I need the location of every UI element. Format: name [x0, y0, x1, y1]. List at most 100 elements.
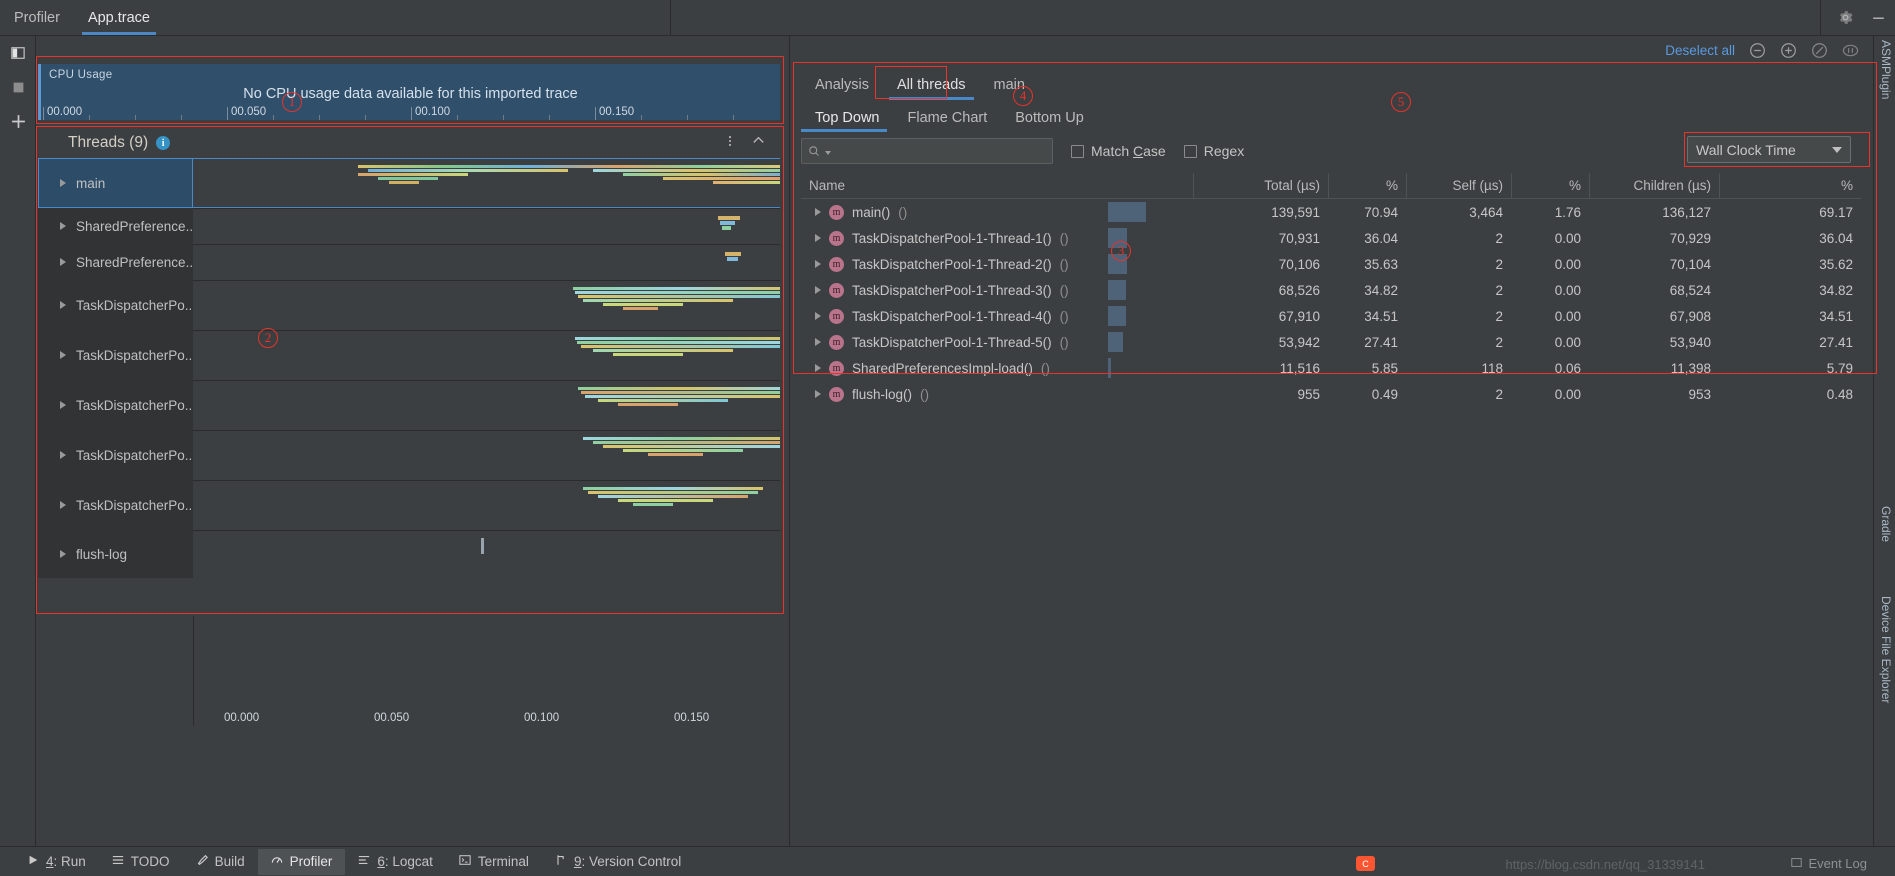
expand-caret-icon[interactable] — [815, 234, 821, 242]
statusbar-version-control[interactable]: 9: Version Control — [542, 849, 694, 875]
statusbar-todo[interactable]: TODO — [99, 849, 183, 875]
clock-type-select[interactable]: Wall Clock Time — [1687, 136, 1851, 163]
thread-name-cell[interactable]: SharedPreference... — [38, 208, 197, 244]
thread-track[interactable] — [193, 430, 780, 480]
table-row[interactable]: m TaskDispatcherPool-1-Thread-5() () 53,… — [801, 329, 1861, 355]
subtab-flame-chart[interactable]: Flame Chart — [893, 104, 1001, 132]
thread-track[interactable] — [193, 530, 780, 578]
search-box[interactable] — [801, 138, 1053, 164]
col-header-total[interactable]: Total (µs) — [1193, 173, 1328, 198]
thread-name-cell[interactable]: main — [38, 158, 193, 208]
rail-label-device-file-explorer[interactable]: Device File Explorer — [1879, 596, 1893, 703]
statusbar-logcat[interactable]: 6: Logcat — [345, 849, 446, 875]
zoom-fit-icon[interactable] — [1842, 42, 1859, 59]
thread-row-taskdispatcher-3[interactable]: TaskDispatcherPo... — [38, 380, 780, 430]
thread-track[interactable] — [193, 330, 780, 380]
expand-caret-icon[interactable] — [60, 222, 66, 230]
expand-caret-icon[interactable] — [815, 364, 821, 372]
thread-track[interactable] — [193, 208, 780, 244]
thread-row-sharedpreferences-1[interactable]: SharedPreference... — [38, 208, 780, 244]
thread-name-cell[interactable]: TaskDispatcherPo... — [38, 480, 196, 530]
thread-row-taskdispatcher-4[interactable]: TaskDispatcherPo... — [38, 430, 780, 480]
expand-caret-icon[interactable] — [60, 179, 66, 187]
thread-row-taskdispatcher-1[interactable]: TaskDispatcherPo... — [38, 280, 780, 330]
col-header-total-pct[interactable]: % — [1328, 173, 1406, 198]
col-header-self[interactable]: Self (µs) — [1406, 173, 1511, 198]
table-row[interactable]: m TaskDispatcherPool-1-Thread-3() () 68,… — [801, 277, 1861, 303]
expand-caret-icon[interactable] — [60, 550, 66, 558]
event-log-button[interactable]: Event Log — [1791, 856, 1867, 871]
thread-row-main[interactable]: main — [38, 158, 780, 208]
deselect-all-link[interactable]: Deselect all — [1665, 43, 1735, 58]
match-case-checkbox[interactable]: Match Case — [1071, 143, 1166, 159]
thread-row-flush-log[interactable]: flush-log — [38, 530, 780, 578]
col-header-children[interactable]: Children (µs) — [1589, 173, 1719, 198]
gear-icon[interactable] — [1837, 9, 1854, 26]
thread-row-taskdispatcher-5[interactable]: TaskDispatcherPo... — [38, 480, 780, 530]
table-row[interactable]: m TaskDispatcherPool-1-Thread-1() () 70,… — [801, 225, 1861, 251]
row-name-cell[interactable]: m flush-log() () — [801, 381, 1108, 407]
thread-track[interactable] — [193, 158, 780, 208]
statusbar-terminal[interactable]: Terminal — [446, 849, 542, 875]
zoom-in-icon[interactable] — [1780, 42, 1797, 59]
expand-caret-icon[interactable] — [60, 258, 66, 266]
tab-all-threads[interactable]: All threads — [883, 70, 980, 100]
thread-name-cell[interactable]: TaskDispatcherPo... — [38, 430, 196, 480]
row-name-cell[interactable]: m TaskDispatcherPool-1-Thread-4() () — [801, 303, 1108, 329]
tab-profiler[interactable]: Profiler — [0, 0, 74, 35]
regex-box[interactable] — [1183, 144, 1197, 158]
more-vertical-icon[interactable] — [723, 134, 737, 153]
thread-row-taskdispatcher-2[interactable]: TaskDispatcherPo... — [38, 330, 780, 380]
col-header-self-pct[interactable]: % — [1511, 173, 1589, 198]
subtab-bottom-up[interactable]: Bottom Up — [1001, 104, 1098, 132]
thread-name-cell[interactable]: TaskDispatcherPo... — [38, 330, 196, 380]
search-input[interactable] — [836, 143, 1046, 159]
expand-caret-icon[interactable] — [815, 260, 821, 268]
expand-caret-icon[interactable] — [60, 351, 66, 359]
statusbar-run[interactable]: 4: Run — [14, 849, 99, 875]
expand-caret-icon[interactable] — [60, 501, 66, 509]
row-name-cell[interactable]: m TaskDispatcherPool-1-Thread-1() () — [801, 225, 1108, 251]
thread-name-cell[interactable]: TaskDispatcherPo... — [38, 380, 196, 430]
thread-name-cell[interactable]: TaskDispatcherPo... — [38, 280, 196, 330]
thread-name-cell[interactable]: SharedPreference... — [38, 244, 197, 280]
subtab-top-down[interactable]: Top Down — [801, 104, 893, 132]
minimize-icon[interactable] — [1870, 9, 1887, 26]
cpu-usage-section[interactable]: CPU Usage No CPU usage data available fo… — [38, 64, 780, 120]
thread-track[interactable] — [193, 244, 780, 280]
layout-panel-icon[interactable] — [0, 36, 36, 70]
row-name-cell[interactable]: m TaskDispatcherPool-1-Thread-2() () — [801, 251, 1108, 277]
table-row[interactable]: m SharedPreferencesImpl-load() () 11,516… — [801, 355, 1861, 381]
expand-caret-icon[interactable] — [815, 338, 821, 346]
expand-caret-icon[interactable] — [60, 301, 66, 309]
add-plus-icon[interactable] — [0, 104, 36, 138]
expand-caret-icon[interactable] — [60, 401, 66, 409]
rail-label-asmplugin[interactable]: ASMPlugin — [1879, 40, 1893, 99]
tab-app-trace[interactable]: App.trace — [74, 0, 164, 35]
expand-caret-icon[interactable] — [60, 451, 66, 459]
table-row[interactable]: m flush-log() () 955 0.49 2 0.00 953 0.4… — [801, 381, 1861, 407]
col-header-name[interactable]: Name — [801, 173, 1193, 198]
match-case-box[interactable] — [1071, 144, 1084, 158]
thread-name-cell[interactable]: flush-log — [38, 530, 193, 578]
expand-caret-icon[interactable] — [815, 208, 821, 216]
expand-caret-icon[interactable] — [815, 286, 821, 294]
info-icon[interactable]: i — [156, 136, 171, 150]
thread-row-sharedpreferences-2[interactable]: SharedPreference... — [38, 244, 780, 280]
chevron-down-icon[interactable] — [1832, 146, 1842, 153]
thread-track[interactable] — [193, 380, 780, 430]
row-name-cell[interactable]: m TaskDispatcherPool-1-Thread-3() () — [801, 277, 1108, 303]
table-row[interactable]: m main() () 139,591 70.94 3,464 1.76 136… — [801, 199, 1861, 225]
statusbar-build[interactable]: Build — [183, 849, 258, 875]
chevron-up-icon[interactable] — [751, 133, 766, 153]
thread-list[interactable]: main SharedPreference... SharedPreferenc… — [38, 158, 780, 610]
regex-checkbox[interactable]: Regex — [1183, 143, 1244, 159]
table-row[interactable]: m TaskDispatcherPool-1-Thread-4() () 67,… — [801, 303, 1861, 329]
thread-track[interactable] — [193, 480, 780, 530]
search-dropdown-caret-icon[interactable] — [825, 151, 831, 155]
table-row[interactable]: m TaskDispatcherPool-1-Thread-2() () 70,… — [801, 251, 1861, 277]
zoom-out-icon[interactable] — [1749, 42, 1766, 59]
thread-track[interactable] — [193, 280, 780, 330]
zoom-reset-icon[interactable] — [1811, 42, 1828, 59]
expand-caret-icon[interactable] — [815, 312, 821, 320]
